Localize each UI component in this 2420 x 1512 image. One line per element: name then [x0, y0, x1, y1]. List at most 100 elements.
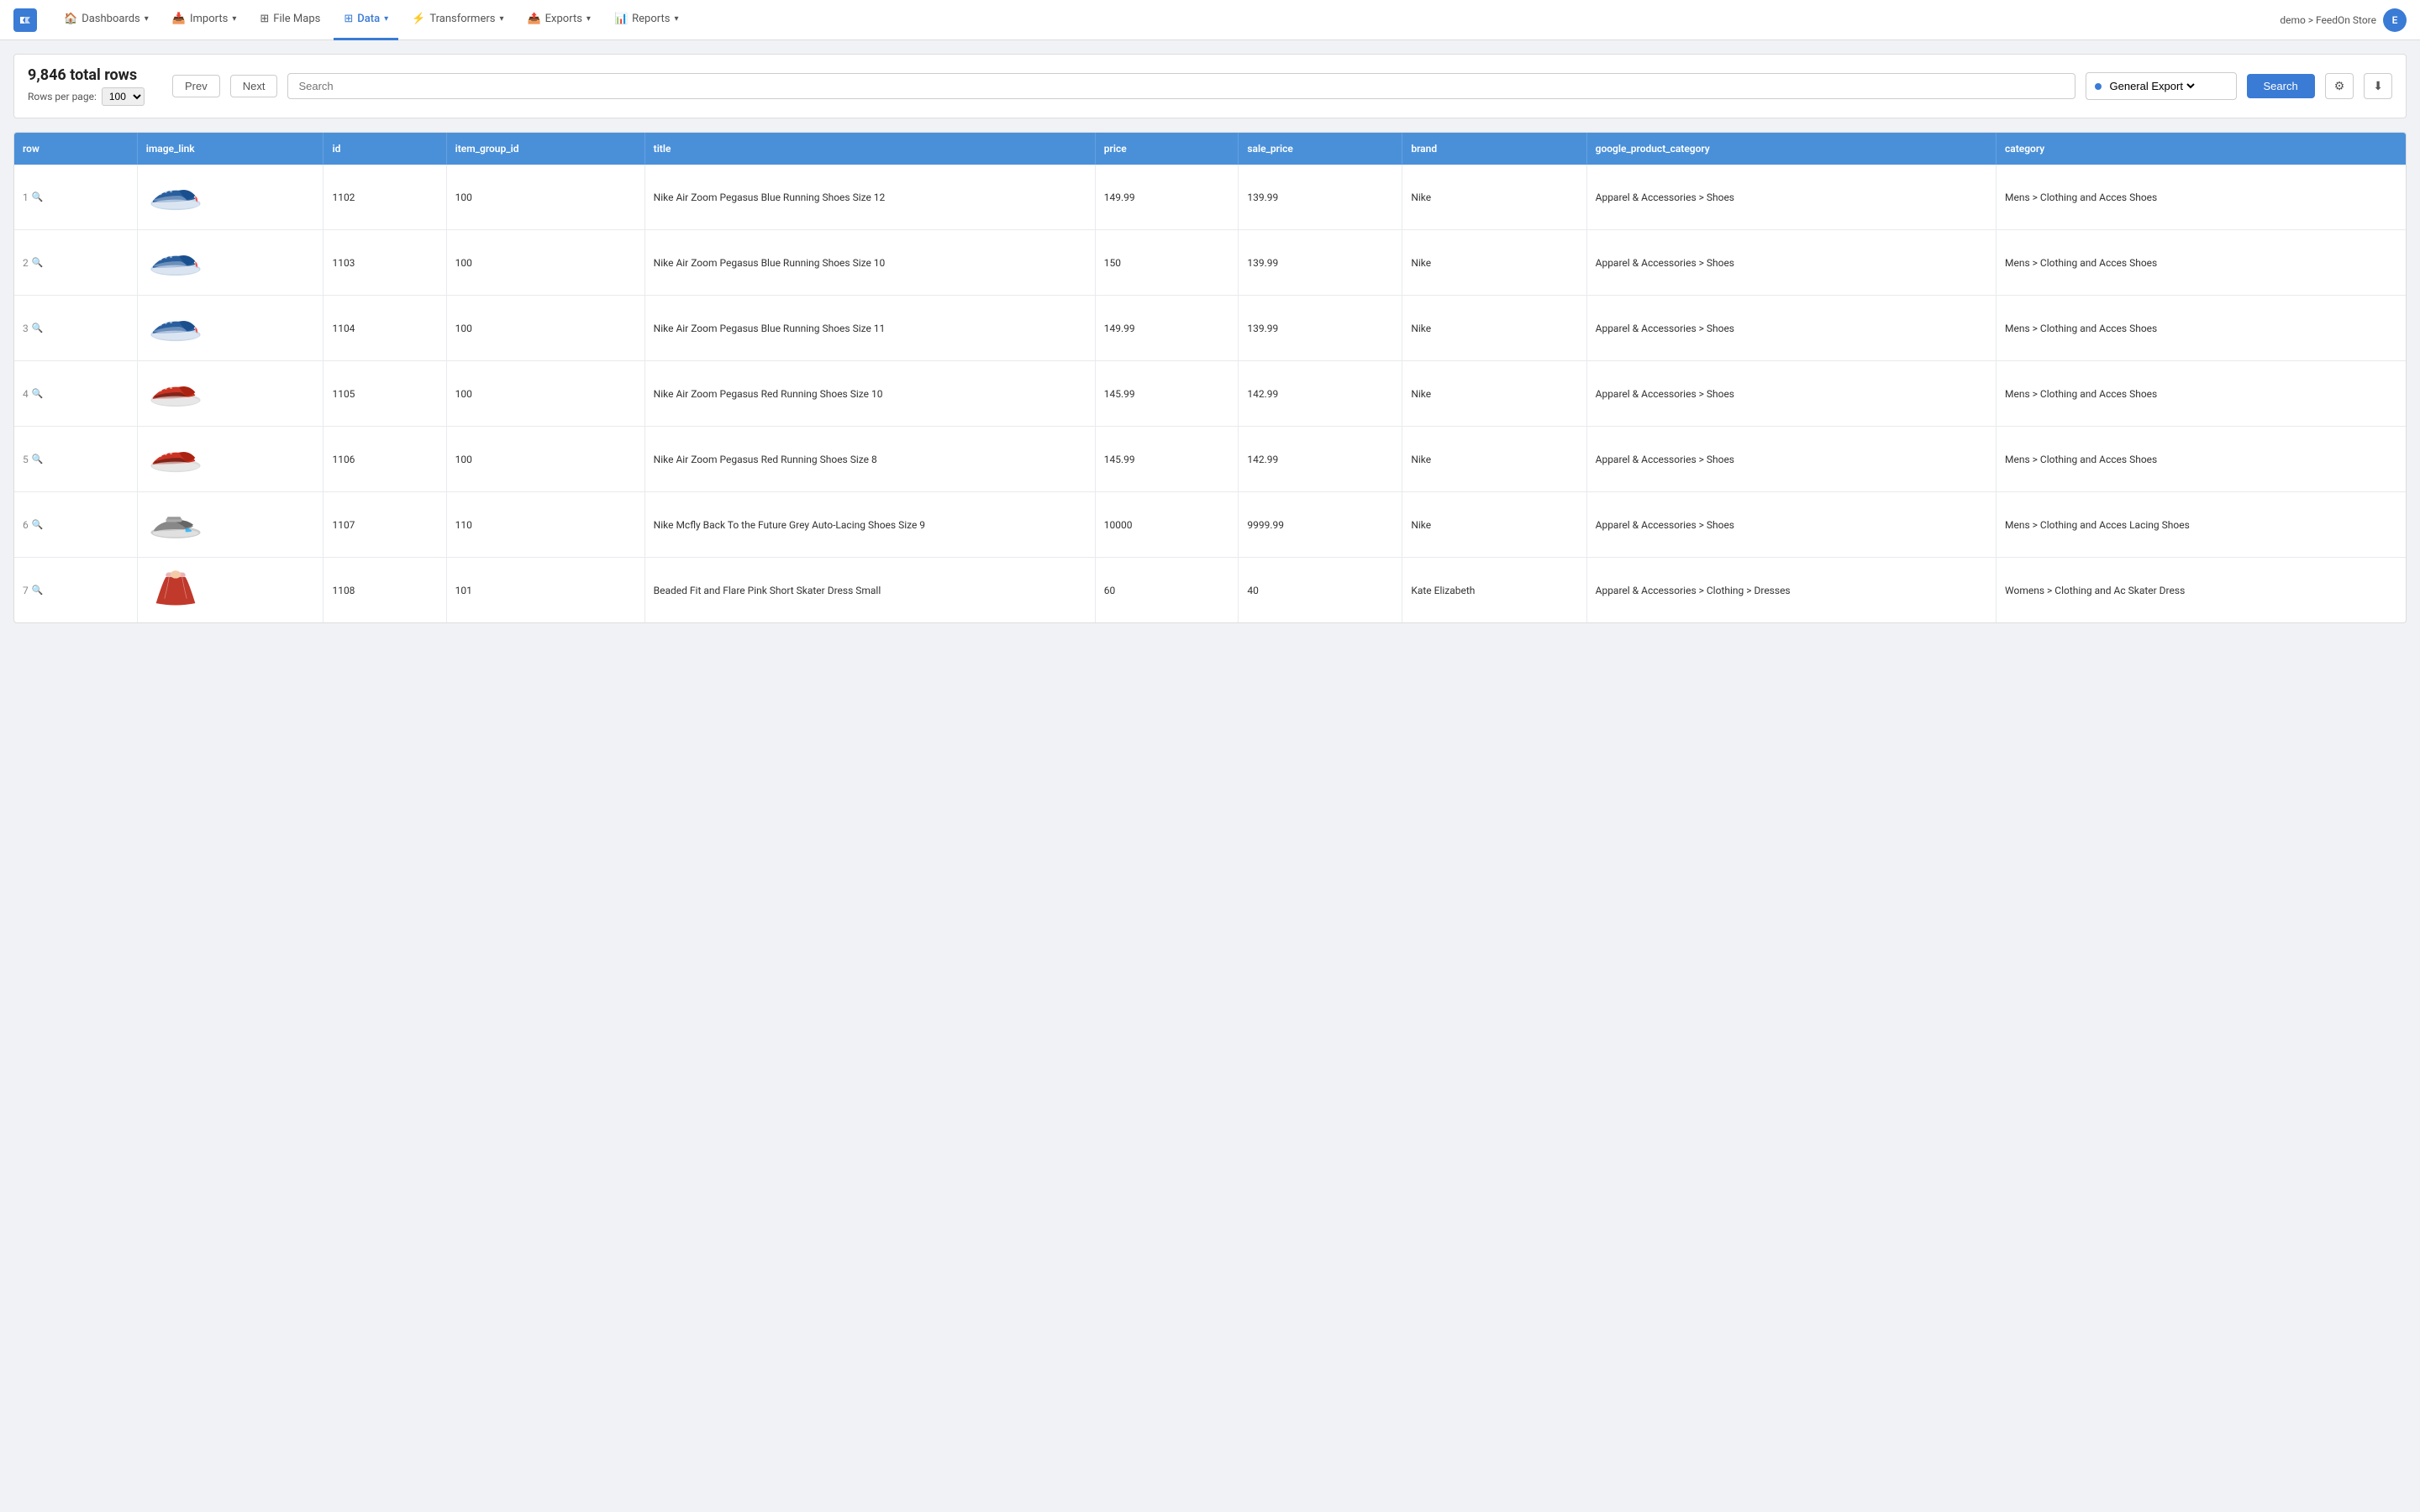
cell-group: 110	[446, 492, 644, 558]
gear-icon: ⚙	[2334, 79, 2345, 92]
col-header-image[interactable]: image_link	[137, 133, 324, 165]
zoom-icon[interactable]: 🔍	[32, 192, 44, 202]
cell-brand: Nike	[1402, 296, 1586, 361]
cell-category: Mens > Clothing and Acces Shoes	[1996, 427, 2406, 492]
cell-brand: Nike	[1402, 165, 1586, 230]
col-header-row[interactable]: row	[14, 133, 137, 165]
cell-id: 1104	[324, 296, 446, 361]
col-header-brand[interactable]: brand	[1402, 133, 1586, 165]
nav-dashboards[interactable]: 🏠 Dashboards ▾	[54, 0, 159, 40]
col-header-sale[interactable]: sale_price	[1239, 133, 1402, 165]
total-rows: 9,846 total rows	[28, 66, 162, 84]
data-icon: ⊞	[344, 13, 353, 25]
table-row: 3 🔍 1104 100 Nike Air Zoom Pegasus Blue …	[14, 296, 2406, 361]
cell-group: 100	[446, 427, 644, 492]
cell-id: 1108	[324, 558, 446, 623]
cell-id: 1107	[324, 492, 446, 558]
reports-icon: 📊	[614, 13, 628, 25]
transformers-icon: ⚡	[412, 13, 425, 25]
cell-row-num: 3 🔍	[14, 296, 137, 361]
brand-logo[interactable]	[13, 8, 37, 32]
cell-id: 1105	[324, 361, 446, 427]
cell-category: Mens > Clothing and Acces Lacing Shoes	[1996, 492, 2406, 558]
nav-data[interactable]: ⊞ Data ▾	[334, 0, 398, 40]
cell-title: Nike Air Zoom Pegasus Red Running Shoes …	[644, 427, 1095, 492]
cell-gpc: Apparel & Accessories > Shoes	[1586, 492, 1996, 558]
zoom-icon[interactable]: 🔍	[32, 454, 44, 465]
download-icon: ⬇	[2373, 79, 2383, 92]
col-header-group[interactable]: item_group_id	[446, 133, 644, 165]
table-header-row: row image_link id item_group_id title pr…	[14, 133, 2406, 165]
cell-title: Nike Air Zoom Pegasus Red Running Shoes …	[644, 361, 1095, 427]
cell-brand: Nike	[1402, 492, 1586, 558]
cell-image	[137, 427, 324, 492]
col-header-id[interactable]: id	[324, 133, 446, 165]
nav-transformers[interactable]: ⚡ Transformers ▾	[402, 0, 513, 40]
col-header-category[interactable]: category	[1996, 133, 2406, 165]
zoom-icon[interactable]: 🔍	[32, 323, 44, 333]
logo-icon	[13, 8, 37, 32]
cell-id: 1102	[324, 165, 446, 230]
zoom-icon[interactable]: 🔍	[32, 519, 44, 530]
settings-button[interactable]: ⚙	[2325, 73, 2354, 99]
cell-group: 100	[446, 361, 644, 427]
prev-button[interactable]: Prev	[172, 75, 220, 97]
cell-sale-price: 142.99	[1239, 427, 1402, 492]
nav-exports[interactable]: 📤 Exports ▾	[517, 0, 600, 40]
next-button[interactable]: Next	[230, 75, 278, 97]
col-header-title[interactable]: title	[644, 133, 1095, 165]
zoom-icon[interactable]: 🔍	[32, 585, 44, 596]
rows-per-page-select[interactable]: 100 50 25	[102, 87, 145, 106]
col-header-price[interactable]: price	[1095, 133, 1239, 165]
cell-image	[137, 165, 324, 230]
cell-brand: Nike	[1402, 427, 1586, 492]
cell-sale-price: 139.99	[1239, 296, 1402, 361]
download-button[interactable]: ⬇	[2364, 73, 2392, 99]
cell-price: 10000	[1095, 492, 1239, 558]
cell-price: 149.99	[1095, 296, 1239, 361]
cell-title: Beaded Fit and Flare Pink Short Skater D…	[644, 558, 1095, 623]
cell-image	[137, 361, 324, 427]
cell-sale-price: 9999.99	[1239, 492, 1402, 558]
main-content: 9,846 total rows Rows per page: 100 50 2…	[0, 40, 2420, 637]
search-input[interactable]	[287, 73, 2075, 99]
cell-gpc: Apparel & Accessories > Shoes	[1586, 296, 1996, 361]
cell-row-num: 4 🔍	[14, 361, 137, 427]
cell-image	[137, 492, 324, 558]
cell-row-num: 7 🔍	[14, 558, 137, 623]
table-body: 1 🔍 1102 100 Nike Air Zoom Pegasus Blue …	[14, 165, 2406, 622]
cell-price: 149.99	[1095, 165, 1239, 230]
cell-image	[137, 230, 324, 296]
caret-icon: ▾	[145, 14, 149, 24]
nav-file-maps[interactable]: ⊞ File Maps	[250, 0, 330, 40]
cell-gpc: Apparel & Accessories > Shoes	[1586, 165, 1996, 230]
table-row: 1 🔍 1102 100 Nike Air Zoom Pegasus Blue …	[14, 165, 2406, 230]
cell-gpc: Apparel & Accessories > Shoes	[1586, 361, 1996, 427]
nav-menu: 🏠 Dashboards ▾ 📥 Imports ▾ ⊞ File Maps ⊞…	[54, 0, 2280, 40]
cell-row-num: 5 🔍	[14, 427, 137, 492]
cell-row-num: 6 🔍	[14, 492, 137, 558]
cell-price: 145.99	[1095, 361, 1239, 427]
export-dropdown-wrapper[interactable]: General Export	[2086, 72, 2237, 100]
cell-group: 100	[446, 296, 644, 361]
caret-icon: ▾	[499, 14, 503, 24]
cell-gpc: Apparel & Accessories > Shoes	[1586, 230, 1996, 296]
export-select[interactable]: General Export	[2107, 79, 2197, 93]
nav-right: demo > FeedOn Store E	[2280, 8, 2407, 32]
cell-brand: Kate Elizabeth	[1402, 558, 1586, 623]
zoom-icon[interactable]: 🔍	[32, 388, 44, 399]
table-row: 5 🔍 1106 100 Nike Air Zoom Pegasus Red R…	[14, 427, 2406, 492]
zoom-icon[interactable]: 🔍	[32, 257, 44, 268]
cell-image	[137, 296, 324, 361]
cell-title: Nike Air Zoom Pegasus Blue Running Shoes…	[644, 296, 1095, 361]
cell-row-num: 2 🔍	[14, 230, 137, 296]
cell-gpc: Apparel & Accessories > Clothing > Dress…	[1586, 558, 1996, 623]
col-header-gpc[interactable]: google_product_category	[1586, 133, 1996, 165]
avatar[interactable]: E	[2383, 8, 2407, 32]
nav-imports[interactable]: 📥 Imports ▾	[162, 0, 247, 40]
caret-icon: ▾	[384, 14, 388, 24]
nav-reports[interactable]: 📊 Reports ▾	[604, 0, 689, 40]
export-dot-icon	[2095, 83, 2102, 90]
cell-id: 1103	[324, 230, 446, 296]
search-button[interactable]: Search	[2247, 74, 2315, 98]
